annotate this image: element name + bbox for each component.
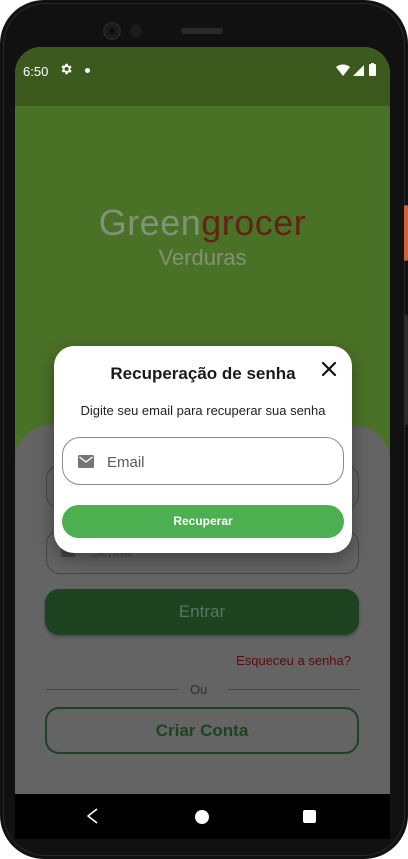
password-recovery-dialog: Recuperação de senha Digite seu email pa… <box>54 346 352 553</box>
email-field[interactable] <box>62 437 344 485</box>
notification-dot-icon <box>85 68 90 73</box>
dialog-title: Recuperação de senha <box>110 364 296 383</box>
navigation-bar <box>15 794 390 839</box>
back-icon[interactable] <box>85 808 101 824</box>
battery-icon <box>369 64 376 76</box>
power-button <box>404 205 408 261</box>
dialog-description: Digite seu email para recuperar sua senh… <box>80 403 326 418</box>
email-icon <box>78 455 94 468</box>
recover-button[interactable]: Recuperar <box>62 505 344 538</box>
system-status-icons <box>336 63 376 76</box>
status-bar: 6:50 <box>15 47 390 106</box>
volume-button <box>404 315 408 425</box>
phone-frame: 6:50 Greengrocer Verduras Senha Entrar <box>0 0 408 859</box>
home-icon[interactable] <box>195 810 209 824</box>
status-time: 6:50 <box>23 64 49 79</box>
wifi-icon <box>336 64 350 76</box>
close-icon[interactable] <box>320 360 338 378</box>
gear-icon <box>61 63 72 75</box>
screen: 6:50 Greengrocer Verduras Senha Entrar <box>15 47 390 839</box>
front-camera <box>103 22 121 40</box>
earpiece-speaker <box>181 28 223 34</box>
email-input[interactable] <box>107 448 327 476</box>
recent-apps-icon[interactable] <box>303 810 316 823</box>
signal-icon <box>353 65 364 76</box>
proximity-sensor <box>131 25 141 37</box>
